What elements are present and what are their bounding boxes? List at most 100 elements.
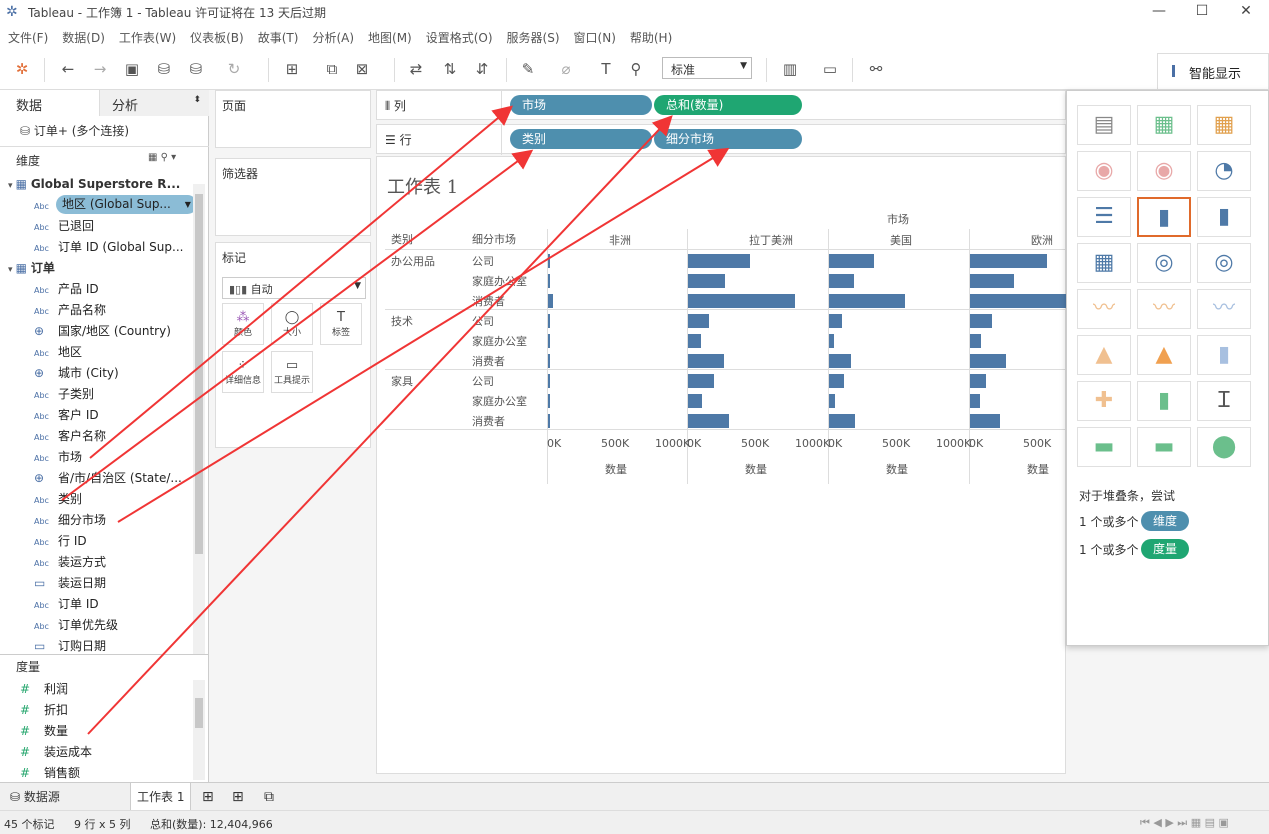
menu-item[interactable]: 故事(T)	[258, 29, 299, 46]
view-size-select[interactable]: 标准 ▼	[662, 57, 752, 79]
bar-mark[interactable]	[548, 274, 550, 288]
columns-pill-sum-quantity[interactable]: 总和(数量)	[654, 95, 802, 115]
datasource-item[interactable]: ⛁ 订单+ (多个连接)	[20, 122, 129, 139]
bar-mark[interactable]	[970, 374, 987, 388]
new-worksheet-icon[interactable]: ⊞	[196, 783, 220, 811]
dimension-field[interactable]: Abc 客户名称	[34, 426, 106, 447]
maximize-button[interactable]: ☐	[1182, 2, 1222, 22]
chart-type-thumbnail[interactable]: ◉	[1077, 151, 1131, 191]
highlight-icon[interactable]: ✎	[516, 58, 540, 82]
bar-mark[interactable]	[548, 294, 554, 308]
chart-type-thumbnail[interactable]: ▦	[1137, 105, 1191, 145]
bar-mark[interactable]	[970, 334, 981, 348]
dimension-field[interactable]: Abc 行 ID	[34, 531, 87, 552]
menu-item[interactable]: 地图(M)	[368, 29, 412, 46]
bar-mark[interactable]	[548, 374, 550, 388]
bar-mark[interactable]	[829, 414, 855, 428]
bar-mark[interactable]	[829, 314, 842, 328]
swap-rows-columns-icon[interactable]: ⇄	[404, 58, 428, 82]
bar-mark[interactable]	[548, 414, 550, 428]
folder-item[interactable]: ▾ ▦ 订单	[8, 258, 55, 279]
chart-type-thumbnail[interactable]: ▮	[1197, 335, 1251, 375]
tab-data[interactable]: 数据	[0, 90, 100, 116]
bar-mark[interactable]	[829, 374, 845, 388]
bar-mark[interactable]	[688, 274, 725, 288]
tableau-home-icon[interactable]: ✲	[10, 58, 34, 82]
undo-icon[interactable]: ←	[56, 58, 80, 82]
dimension-field[interactable]: Abc 已退回	[34, 216, 94, 237]
dimension-field[interactable]: ⊕ 省/市/自治区 (State/...	[34, 468, 182, 489]
dimension-scrollbar[interactable]	[193, 184, 205, 654]
measure-field[interactable]: # 利润	[20, 679, 68, 700]
chart-type-thumbnail[interactable]: 〰	[1137, 289, 1191, 329]
chart-type-thumbnail[interactable]: ▬	[1137, 427, 1191, 467]
list-view-icon[interactable]: ▦ ⚲ ▾	[148, 152, 176, 163]
bar-mark[interactable]	[688, 394, 703, 408]
menu-item[interactable]: 仪表板(B)	[190, 29, 244, 46]
sheet-navigation-icons[interactable]: ⏮ ◀ ▶ ⏭ ▦ ▤ ▣	[1140, 816, 1229, 830]
bar-mark[interactable]	[829, 294, 905, 308]
save-icon[interactable]: ▣	[120, 58, 144, 82]
sheet-tab[interactable]: 工作表 1	[130, 783, 192, 811]
menu-item[interactable]: 窗口(N)	[574, 29, 616, 46]
chart-type-thumbnail[interactable]: ▲	[1077, 335, 1131, 375]
measure-field[interactable]: # 装运成本	[20, 742, 92, 763]
chart-type-thumbnail[interactable]: 〰	[1197, 289, 1251, 329]
dimension-field[interactable]: Abc 产品名称	[34, 300, 106, 321]
folder-item[interactable]: ▾ ▦ Global Superstore R...	[8, 174, 180, 195]
dimension-field[interactable]: Abc 产品 ID	[34, 279, 99, 300]
size-button[interactable]: ◯ 大小	[271, 303, 313, 345]
measure-scrollbar[interactable]	[193, 680, 205, 780]
bar-mark[interactable]	[970, 314, 992, 328]
show-labels-icon[interactable]: T	[594, 58, 618, 82]
dimension-field[interactable]: Abc 客户 ID	[34, 405, 99, 426]
smart-show-button[interactable]: 智能显示	[1157, 53, 1269, 89]
fix-axes-icon[interactable]: ⚲	[624, 58, 648, 82]
bar-mark[interactable]	[548, 334, 550, 348]
clear-sheet-icon[interactable]: ⊠	[350, 58, 374, 82]
new-dashboard-icon[interactable]: ⊞	[226, 783, 250, 811]
menu-item[interactable]: 数据(D)	[62, 29, 105, 46]
chart-type-thumbnail[interactable]: ▦	[1197, 105, 1251, 145]
tab-analysis[interactable]: 分析 ⬍	[100, 90, 209, 116]
close-button[interactable]: ✕	[1226, 2, 1266, 22]
bar-mark[interactable]	[970, 354, 1006, 368]
minimize-button[interactable]: —	[1139, 2, 1179, 22]
rows-shelf[interactable]: ☰ 行 类别 细分市场	[376, 124, 1066, 155]
bar-mark[interactable]	[688, 254, 750, 268]
chart-type-thumbnail[interactable]: ▮	[1137, 381, 1191, 421]
rows-pill-category[interactable]: 类别	[510, 129, 652, 149]
sort-ascending-icon[interactable]: ⇅	[438, 58, 462, 82]
menu-item[interactable]: 工作表(W)	[119, 29, 176, 46]
chart-type-thumbnail[interactable]: ▦	[1077, 243, 1131, 283]
menu-item[interactable]: 分析(A)	[312, 29, 354, 46]
presentation-mode-icon[interactable]: ▭	[818, 58, 842, 82]
datasource-tab[interactable]: ⛁ 数据源	[4, 783, 66, 811]
chart-type-thumbnail[interactable]: ▮	[1197, 197, 1251, 237]
dimension-field[interactable]: Abc 类别	[34, 489, 82, 510]
bar-mark[interactable]	[688, 294, 795, 308]
group-members-icon[interactable]: ⌀	[554, 58, 578, 82]
menu-item[interactable]: 文件(F)	[8, 29, 48, 46]
rows-pill-segment[interactable]: 细分市场	[654, 129, 802, 149]
pages-shelf[interactable]: 页面	[215, 90, 371, 148]
bar-mark[interactable]	[829, 354, 851, 368]
show-cards-icon[interactable]: ▥	[778, 58, 802, 82]
chart-type-thumbnail[interactable]: ✚	[1077, 381, 1131, 421]
axis-title[interactable]: 数量	[745, 461, 767, 477]
share-icon[interactable]: ⚯	[864, 58, 888, 82]
pause-updates-icon[interactable]: ⛁	[184, 58, 208, 82]
bar-mark[interactable]	[688, 334, 701, 348]
bar-mark[interactable]	[970, 274, 1015, 288]
dimension-field[interactable]: Abc 细分市场	[34, 510, 106, 531]
axis-title[interactable]: 数量	[1027, 461, 1049, 477]
new-datasource-icon[interactable]: ⛁	[152, 58, 176, 82]
dimension-field[interactable]: Abc 订单优先级	[34, 615, 118, 636]
dimension-field[interactable]: Abc 子类别	[34, 384, 94, 405]
bar-mark[interactable]	[688, 374, 714, 388]
bar-mark[interactable]	[829, 394, 836, 408]
chart-type-thumbnail[interactable]: ▮	[1137, 197, 1191, 237]
chart-type-thumbnail[interactable]: ◎	[1197, 243, 1251, 283]
mark-type-select[interactable]: ▮▯▮ 自动 ▼	[222, 277, 366, 299]
columns-shelf[interactable]: ⫴ 列 市场 总和(数量)	[376, 90, 1066, 121]
